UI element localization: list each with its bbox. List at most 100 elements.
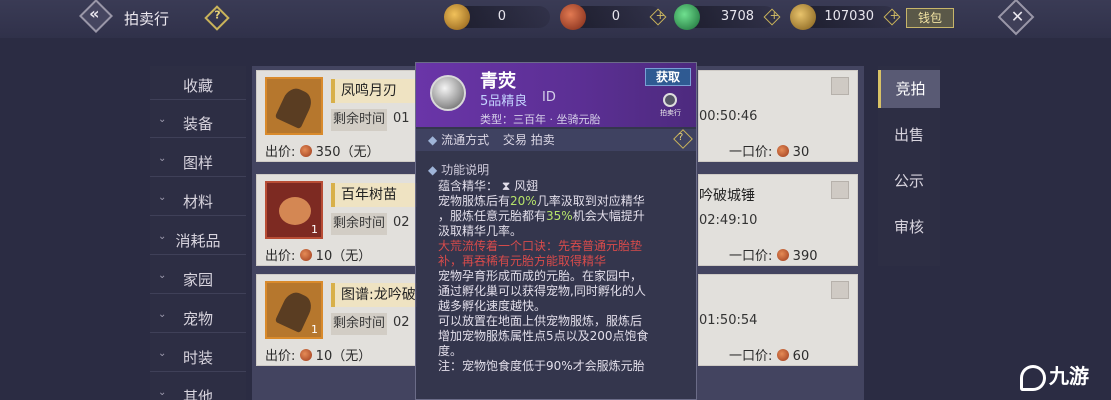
- price-label: 出价:: [265, 349, 296, 364]
- listing-card[interactable]: 吟破城锤 02:49:10 一口价: 390: [698, 174, 858, 266]
- desc-line: ，服炼任意元胎都有35%机会大幅提升: [438, 209, 690, 224]
- coin-icon: [299, 249, 312, 261]
- listing-card[interactable]: 凤鸣月刃 剩余时间 01 出价: 350（无）: [256, 70, 417, 162]
- desc-text: ，服炼任意元胎都有: [438, 209, 547, 223]
- add-currency-button[interactable]: +: [649, 8, 667, 26]
- currency-gold-leaf: 107030 +: [790, 4, 901, 30]
- source-auction-button[interactable]: 拍卖行: [660, 93, 681, 119]
- category-item-home[interactable]: ⌄ 家园: [150, 260, 246, 294]
- blade-icon: [274, 84, 316, 130]
- coin-icon: [299, 145, 312, 157]
- coin-icon: [776, 249, 789, 261]
- gold-leaf-icon: [790, 4, 816, 30]
- currency-jade: 3708 +: [674, 4, 781, 30]
- tab-bidding[interactable]: 竞拍: [878, 70, 940, 108]
- back-button[interactable]: «: [79, 0, 113, 33]
- wing-icon: ⧗: [501, 179, 511, 193]
- tab-sell[interactable]: 出售: [878, 116, 940, 154]
- popup-header: 青荧 5品精良 ID 类型：三百年 · 坐骑元胎 获取 拍卖行: [416, 63, 696, 127]
- desc-line: 通过孵化巢可以获得宠物,同时孵化的人: [438, 284, 646, 298]
- add-currency-button[interactable]: +: [883, 8, 901, 26]
- listing-card[interactable]: 1 图谱:龙吟破 剩余时间 02 出价: 10（无）: [256, 274, 417, 366]
- add-currency-button[interactable]: +: [763, 8, 781, 26]
- item-type: 类型：三百年 · 坐骑元胎: [480, 113, 601, 126]
- category-item-materials[interactable]: ⌄ 材料: [150, 182, 246, 216]
- auction-house-icon: [663, 93, 677, 107]
- essence-line: 蕴含精华： ⧗ 风翅: [438, 179, 690, 194]
- listing-card[interactable]: 1 百年树苗 剩余时间 02 出价: 10（无）: [256, 174, 417, 266]
- price-value: 350（无）: [315, 145, 380, 160]
- item-quantity: 1: [311, 323, 318, 336]
- price-label: 出价:: [265, 145, 296, 160]
- listing-card[interactable]: 00:50:46 一口价: 30: [698, 70, 858, 162]
- jade-icon: [674, 4, 700, 30]
- desc-text: 机会大幅提升: [572, 209, 645, 223]
- category-item-consumables[interactable]: ⌄ 消耗品: [150, 221, 246, 255]
- obtain-button[interactable]: 获取: [645, 68, 691, 86]
- tab-review[interactable]: 审核: [878, 208, 940, 246]
- back-icon: «: [89, 4, 100, 24]
- price-label: 一口价:: [729, 349, 773, 364]
- bullet-icon: ◆: [428, 133, 438, 147]
- remaining-time: 01: [393, 111, 410, 126]
- category-label: 其他: [182, 388, 213, 400]
- help-button[interactable]: ?: [204, 5, 230, 31]
- item-grade: 5品精良: [480, 94, 528, 109]
- desc-line: 越多孵化速度越快。: [438, 299, 547, 313]
- gold-ingot-icon: [444, 4, 470, 30]
- item-name: 百年树苗: [331, 183, 417, 207]
- category-label: 家园: [182, 271, 213, 289]
- category-item-equipment[interactable]: ⌄ 装备: [150, 104, 246, 138]
- category-label: 材料: [182, 193, 213, 211]
- source-label: 拍卖行: [660, 109, 681, 117]
- currency-value: 107030: [824, 9, 874, 24]
- category-item-patterns[interactable]: ⌄ 图样: [150, 143, 246, 177]
- remaining-time: 02: [393, 315, 410, 330]
- price-line: 一口价: 30: [729, 141, 809, 160]
- item-slot-icon: [831, 181, 849, 199]
- price-label: 出价:: [265, 249, 296, 264]
- item-name: 图谱:龙吟破: [331, 283, 417, 307]
- essence-label: 蕴含精华：: [438, 179, 499, 193]
- category-label: 图样: [182, 154, 213, 172]
- desc-line: 可以放置在地面上供宠物服炼，服炼后: [438, 314, 643, 328]
- function-header-text: 功能说明: [441, 163, 490, 177]
- wallet-button[interactable]: 钱包: [906, 8, 954, 28]
- function-header: ◆ 功能说明: [428, 161, 489, 178]
- desc-line: 注：宠物饱食度低于90%才会服炼元胎: [438, 359, 645, 373]
- category-item-favorites[interactable]: 收藏: [150, 66, 246, 100]
- watermark-text: 九游: [1049, 364, 1089, 388]
- close-button[interactable]: ✕: [997, 0, 1035, 36]
- price-value: 10（无）: [315, 349, 372, 364]
- desc-highlight: 35%: [546, 209, 573, 223]
- desc-line: 宠物服炼后有20%几率汲取到对应精华: [438, 194, 690, 209]
- currency-gold-ingot: 0: [444, 4, 550, 30]
- watermark: 九游: [1020, 360, 1089, 391]
- tab-public-notice[interactable]: 公示: [878, 162, 940, 200]
- item-description: 蕴含精华： ⧗ 风翅 宠物服炼后有20%几率汲取到对应精华 ，服炼任意元胎都有3…: [438, 179, 690, 374]
- price-line: 出价: 10（无）: [265, 345, 371, 364]
- price-value: 10（无）: [315, 249, 372, 264]
- remaining-time: 02: [393, 215, 410, 230]
- top-bar: « 拍卖行 ? 0 0 + 3708 + 107030 + 钱包 ✕: [0, 0, 1111, 38]
- category-label: 收藏: [182, 77, 213, 95]
- tip-line: 补，再吞稀有元胎方能取得精华: [438, 254, 607, 268]
- category-item-other[interactable]: ⌄ 其他: [150, 377, 246, 400]
- listing-card[interactable]: 01:50:54 一口价: 60: [698, 274, 858, 366]
- currency-value: 0: [497, 9, 506, 24]
- price-value: 60: [792, 349, 810, 364]
- category-item-fashion[interactable]: ⌄ 时装: [150, 338, 246, 372]
- price-line: 一口价: 390: [729, 245, 818, 264]
- desc-highlight: 20%: [510, 194, 537, 208]
- category-label: 宠物: [182, 310, 213, 328]
- desc-line: 度。: [438, 344, 463, 358]
- price-value: 390: [792, 249, 818, 264]
- category-item-pets[interactable]: ⌄ 宠物: [150, 299, 246, 333]
- close-icon: ✕: [1010, 6, 1025, 26]
- desc-line: 汲取精华几率。: [438, 224, 523, 238]
- mode-tabs: 竞拍 出售 公示 审核: [878, 66, 940, 266]
- help-button[interactable]: ?: [673, 129, 693, 149]
- item-egg-icon: [430, 75, 466, 111]
- currency-value: 0: [611, 9, 620, 24]
- category-label: 消耗品: [175, 232, 221, 250]
